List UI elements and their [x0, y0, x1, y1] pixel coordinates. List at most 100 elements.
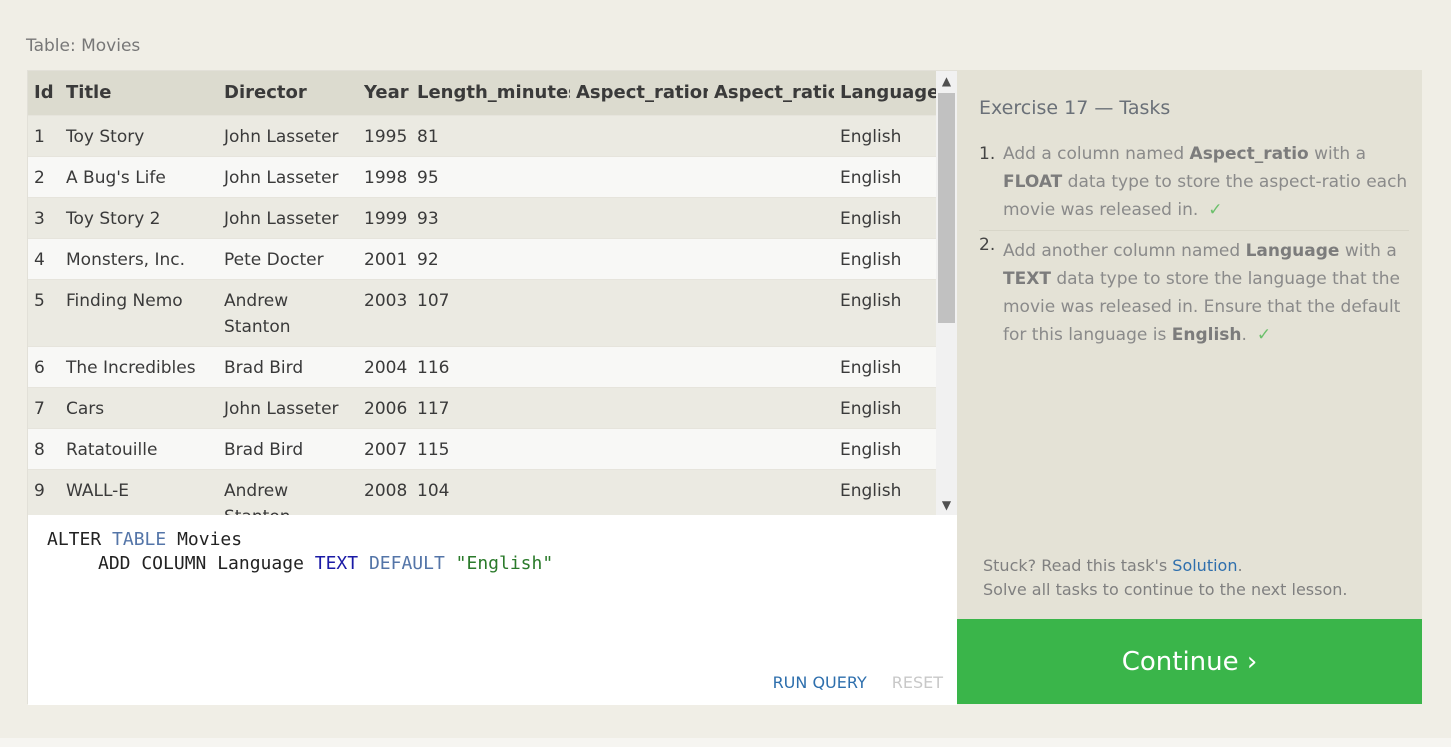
table-cell: Brad Bird — [218, 345, 358, 387]
hint-line2: Solve all tasks to continue to the next … — [983, 580, 1348, 599]
table-cell: 116 — [411, 345, 570, 387]
table-cell: John Lasseter — [218, 114, 358, 156]
table-cell: Andrew Stanton — [218, 468, 358, 515]
table-cell — [570, 468, 708, 515]
table-cell: 107 — [411, 278, 570, 346]
code-token: Movies — [177, 529, 243, 550]
table-scrollbar[interactable]: ▲ ▼ — [936, 71, 957, 515]
editor-actions: RUN QUERY RESET — [773, 671, 943, 695]
task-number: 2. — [979, 235, 996, 255]
table-cell: 92 — [411, 237, 570, 279]
results-table: Id Title Director Year Length_minutes As… — [28, 71, 936, 515]
table-header-row: Id Title Director Year Length_minutes As… — [28, 71, 936, 115]
table-cell — [570, 237, 708, 279]
hint-suffix: . — [1237, 556, 1243, 575]
table-cell — [708, 468, 834, 515]
task-text: . — [1241, 325, 1247, 345]
task-item: 1. Add a column named Aspect_ratio with … — [979, 140, 1409, 231]
table-cell: English — [834, 468, 936, 515]
code-line: ADD COLUMN Language TEXT DEFAULT "Englis… — [47, 552, 957, 576]
table-cell: Toy Story 2 — [60, 196, 218, 238]
column-header: Aspect_ration — [576, 82, 708, 104]
task-text-bold: Aspect_ratio — [1189, 144, 1309, 164]
table-cell: English — [834, 345, 936, 387]
table-row: 6 The Incredibles Brad Bird 2004 116 Eng… — [28, 345, 936, 387]
code-token: TEXT — [314, 553, 359, 574]
table-row: 2 A Bug's Life John Lasseter 1998 95 Eng… — [28, 155, 936, 197]
scroll-thumb[interactable] — [938, 93, 955, 323]
table-cell: WALL-E — [60, 468, 218, 515]
scroll-down-icon[interactable]: ▼ — [936, 495, 957, 515]
query-panel: Id Title Director Year Length_minutes As… — [27, 70, 957, 705]
table-cell: 8 — [28, 427, 60, 469]
tasks-panel: Exercise 17 — Tasks 1. Add a column name… — [957, 70, 1422, 619]
table-cell — [708, 155, 834, 197]
run-query-button[interactable]: RUN QUERY — [773, 671, 867, 695]
column-header: Language — [840, 82, 936, 104]
sql-editor[interactable]: ALTER TABLE Movies ADD COLUMN Language T… — [28, 515, 957, 705]
table-cell: English — [834, 278, 936, 346]
table-cell: John Lasseter — [218, 386, 358, 428]
table-cell: 1998 — [358, 155, 411, 197]
table-cell: 2007 — [358, 427, 411, 469]
task-text-bold: Language — [1245, 241, 1340, 261]
table-cell: Brad Bird — [218, 427, 358, 469]
table-cell: Finding Nemo — [60, 278, 218, 346]
table-cell — [708, 427, 834, 469]
solution-link[interactable]: Solution — [1172, 556, 1237, 575]
code-token: TABLE — [112, 529, 167, 550]
table-row: 5 Finding Nemo Andrew Stanton 2003 107 E… — [28, 278, 936, 346]
bottom-strip — [0, 738, 1451, 747]
table-cell: 3 — [28, 196, 60, 238]
reset-button[interactable]: RESET — [892, 671, 943, 695]
table-row: 7 Cars John Lasseter 2006 117 English — [28, 386, 936, 428]
column-header: Aspect_ratio — [714, 82, 834, 104]
table-cell — [570, 427, 708, 469]
exercise-title: Exercise 17 — Tasks — [979, 97, 1171, 119]
table-cell: 5 — [28, 278, 60, 346]
scroll-up-icon[interactable]: ▲ — [936, 71, 957, 91]
table-cell: 2006 — [358, 386, 411, 428]
column-header: Length_minutes — [417, 82, 570, 104]
task-text: with a — [1308, 144, 1366, 164]
results-table-container[interactable]: Id Title Director Year Length_minutes As… — [28, 71, 936, 515]
column-header: Director — [224, 82, 307, 104]
table-cell — [708, 278, 834, 346]
table-cell: 4 — [28, 237, 60, 279]
task-text-bold: FLOAT — [1003, 172, 1063, 192]
table-cell: 1995 — [358, 114, 411, 156]
table-cell: English — [834, 427, 936, 469]
table-title: Table: Movies — [26, 36, 141, 56]
table-cell: Ratatouille — [60, 427, 218, 469]
check-icon: ✓ — [1256, 325, 1272, 345]
table-cell: 2001 — [358, 237, 411, 279]
table-cell: Cars — [60, 386, 218, 428]
table-cell: The Incredibles — [60, 345, 218, 387]
table-cell: 2003 — [358, 278, 411, 346]
table-cell: John Lasseter — [218, 155, 358, 197]
table-cell — [708, 114, 834, 156]
table-cell — [570, 386, 708, 428]
task-list: 1. Add a column named Aspect_ratio with … — [979, 140, 1409, 349]
table-cell — [570, 114, 708, 156]
table-cell: 104 — [411, 468, 570, 515]
continue-button[interactable]: Continue › — [957, 619, 1422, 704]
check-icon: ✓ — [1208, 200, 1223, 220]
table-cell: 2008 — [358, 468, 411, 515]
table-cell: 6 — [28, 345, 60, 387]
code-token: DEFAULT — [368, 553, 445, 574]
table-cell — [570, 155, 708, 197]
table-cell — [570, 278, 708, 346]
code-line: ALTER TABLE Movies — [47, 528, 957, 552]
table-cell: 81 — [411, 114, 570, 156]
table-cell: 93 — [411, 196, 570, 238]
table-cell: A Bug's Life — [60, 155, 218, 197]
task-text: with a — [1339, 241, 1397, 261]
table-cell: 1 — [28, 114, 60, 156]
table-cell: 1999 — [358, 196, 411, 238]
table-cell — [708, 196, 834, 238]
table-cell: Monsters, Inc. — [60, 237, 218, 279]
table-cell: English — [834, 155, 936, 197]
task-text: Add another column named — [1003, 241, 1246, 261]
table-cell: 7 — [28, 386, 60, 428]
